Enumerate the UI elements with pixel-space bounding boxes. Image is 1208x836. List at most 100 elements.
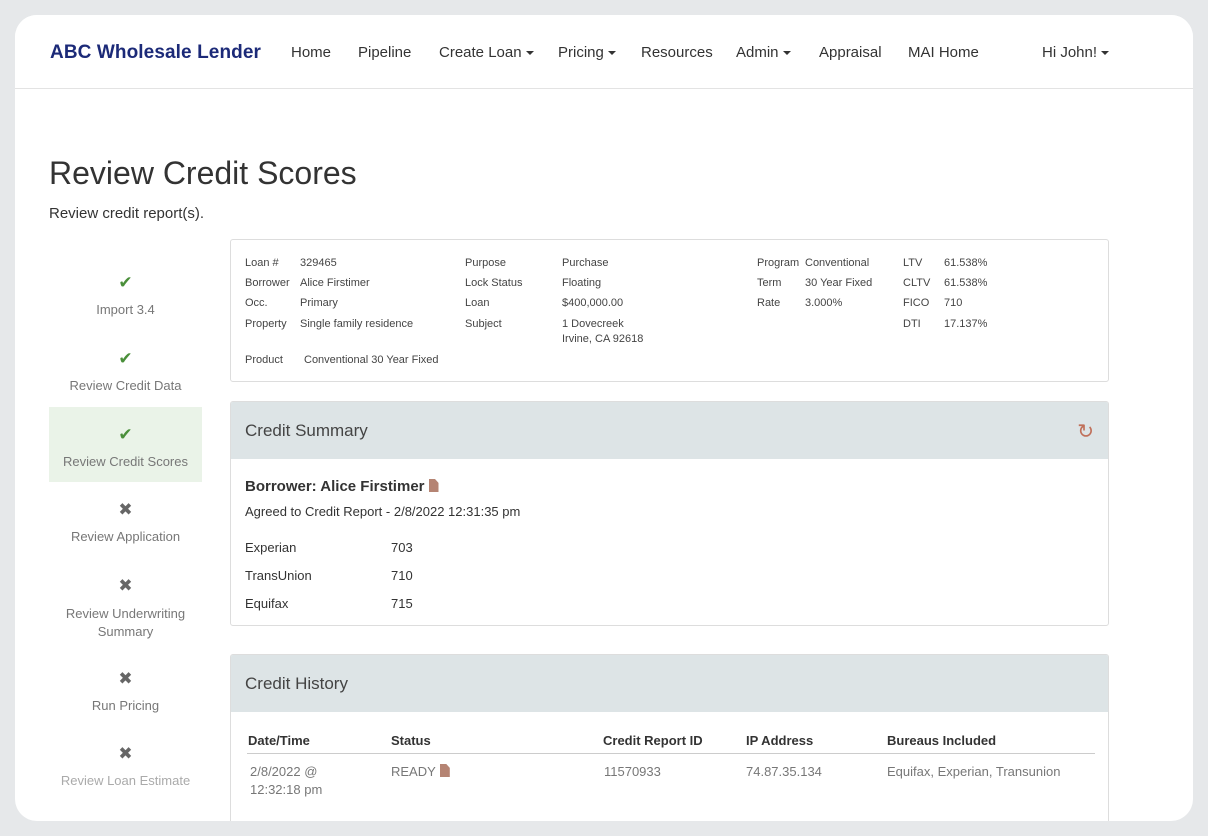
lock-status-label: Lock Status <box>465 277 523 289</box>
dti-label: DTI <box>903 318 921 330</box>
occ-label: Occ. <box>245 297 268 309</box>
step-label: Review Credit Data <box>69 378 182 393</box>
ltv-label: LTV <box>903 257 923 269</box>
loan-num-value: 329465 <box>300 257 337 269</box>
nav-home-label: Home <box>291 44 332 61</box>
top-navbar: ABC Wholesale Lender Home Pipeline Creat… <box>15 15 1193 89</box>
nav-admin-label: Admin <box>736 44 779 61</box>
score-bureau: TransUnion <box>245 568 312 583</box>
product-value: Conventional 30 Year Fixed <box>304 354 439 366</box>
brand-logo[interactable]: ABC Wholesale Lender <box>50 42 261 64</box>
document-icon[interactable] <box>439 764 450 777</box>
nav-admin[interactable]: Admin <box>736 44 791 61</box>
purpose-label: Purpose <box>465 257 506 269</box>
occ-value: Primary <box>300 297 338 309</box>
step-review-underwriting-summary[interactable]: ✖ Review Underwriting Summary <box>49 576 202 646</box>
column-header: Bureaus Included <box>887 733 997 748</box>
caret-down-icon <box>1101 51 1110 56</box>
borrower-label: Borrower <box>245 277 290 289</box>
column-header: IP Address <box>746 733 814 748</box>
nav-pricing[interactable]: Pricing <box>558 44 616 61</box>
cell-date-line1: 2/8/2022 @ <box>250 764 318 779</box>
step-review-loan-estimate[interactable]: ✖ Review Loan Estimate <box>49 744 202 804</box>
cross-icon: ✖ <box>118 500 133 519</box>
page-title: Review Credit Scores <box>49 155 357 191</box>
document-icon[interactable] <box>428 479 439 492</box>
program-label: Program <box>757 257 800 269</box>
page-subtitle: Review credit report(s). <box>49 205 205 222</box>
cell-date: 2/8/2022 @ 12:32:18 pm <box>250 763 322 799</box>
nav-resources-label: Resources <box>641 44 713 61</box>
cross-icon: ✖ <box>118 669 133 688</box>
nav-mai-home[interactable]: MAI Home <box>908 44 979 61</box>
table-divider <box>247 753 1095 754</box>
caret-down-icon <box>607 51 616 56</box>
cell-report-id: 11570933 <box>604 764 661 779</box>
column-header: Status <box>391 733 431 748</box>
credit-history-card: Credit History Date/Time Status Credit R… <box>230 654 1109 821</box>
cltv-label: CLTV <box>903 277 931 289</box>
loan-amount-value: $400,000.00 <box>562 297 624 309</box>
agreed-text: Agreed to Credit Report - 2/8/2022 12:31… <box>245 504 521 519</box>
credit-history-header: Credit History <box>231 655 1108 712</box>
subject-line1: 1 Dovecreek <box>562 318 624 330</box>
credit-history-title: Credit History <box>245 674 348 693</box>
cross-icon: ✖ <box>118 576 133 595</box>
step-review-application[interactable]: ✖ Review Application <box>49 500 202 560</box>
step-review-credit-data[interactable]: ✔ Review Credit Data <box>49 349 202 409</box>
nav-pipeline-label: Pipeline <box>358 44 412 61</box>
nav-pricing-label: Pricing <box>558 44 604 61</box>
borrower-heading-text: Borrower: Alice Firstimer <box>245 478 425 495</box>
nav-pipeline[interactable]: Pipeline <box>358 44 411 61</box>
step-label: Run Pricing <box>91 698 160 713</box>
lock-status-value: Floating <box>562 277 602 289</box>
fico-label: FICO <box>903 297 930 309</box>
nav-home[interactable]: Home <box>291 44 331 61</box>
rate-label: Rate <box>757 297 781 309</box>
step-label: Review Loan Estimate <box>60 773 191 788</box>
score-bureau: Equifax <box>245 596 289 611</box>
score-value: 703 <box>391 540 413 555</box>
credit-summary-title: Credit Summary <box>245 421 368 440</box>
dti-value: 17.137% <box>944 318 988 330</box>
term-label: Term <box>757 277 782 289</box>
check-icon: ✔ <box>118 349 133 368</box>
step-run-pricing[interactable]: ✖ Run Pricing <box>49 669 202 729</box>
credit-summary-card: Credit Summary ↻ Borrower: Alice Firstim… <box>230 401 1109 626</box>
loan-info-panel: Loan # 329465 Borrower Alice Firstimer O… <box>230 239 1109 382</box>
borrower-heading: Borrower: Alice Firstimer <box>245 478 439 495</box>
refresh-icon[interactable]: ↻ <box>1077 419 1094 444</box>
caret-down-icon <box>525 51 534 56</box>
nav-resources[interactable]: Resources <box>641 44 713 61</box>
nav-appraisal-label: Appraisal <box>819 44 882 61</box>
check-icon: ✔ <box>118 273 133 292</box>
app-window: ABC Wholesale Lender Home Pipeline Creat… <box>15 15 1193 821</box>
cell-status: READY <box>391 763 450 781</box>
subject-label: Subject <box>465 318 502 330</box>
subject-line2: Irvine, CA 92618 <box>562 333 644 345</box>
step-label: Review Credit Scores <box>63 454 188 469</box>
rate-value: 3.000% <box>805 297 843 309</box>
step-import[interactable]: ✔ Import 3.4 <box>49 273 202 333</box>
nav-create-loan[interactable]: Create Loan <box>439 44 534 61</box>
cell-date-line2: 12:32:18 pm <box>250 782 323 797</box>
caret-down-icon <box>782 51 791 56</box>
nav-mai-home-label: MAI Home <box>908 44 979 61</box>
score-bureau: Experian <box>245 540 297 555</box>
nav-appraisal[interactable]: Appraisal <box>819 44 882 61</box>
cell-bureaus: Equifax, Experian, Transunion <box>887 764 1061 779</box>
user-menu[interactable]: Hi John! <box>1042 44 1110 61</box>
cell-ip-address: 74.87.35.134 <box>746 764 822 779</box>
property-value: Single family residence <box>300 318 414 330</box>
step-review-credit-scores[interactable]: ✔ Review Credit Scores <box>49 407 202 482</box>
program-value: Conventional <box>805 257 870 269</box>
nav-create-loan-label: Create Loan <box>439 44 522 61</box>
purpose-value: Purchase <box>562 257 609 269</box>
score-value: 715 <box>391 596 413 611</box>
property-label: Property <box>245 318 287 330</box>
fico-value: 710 <box>944 297 963 309</box>
column-header: Date/Time <box>248 733 310 748</box>
column-header: Credit Report ID <box>603 733 703 748</box>
ltv-value: 61.538% <box>944 257 988 269</box>
step-label: Import 3.4 <box>96 302 155 317</box>
